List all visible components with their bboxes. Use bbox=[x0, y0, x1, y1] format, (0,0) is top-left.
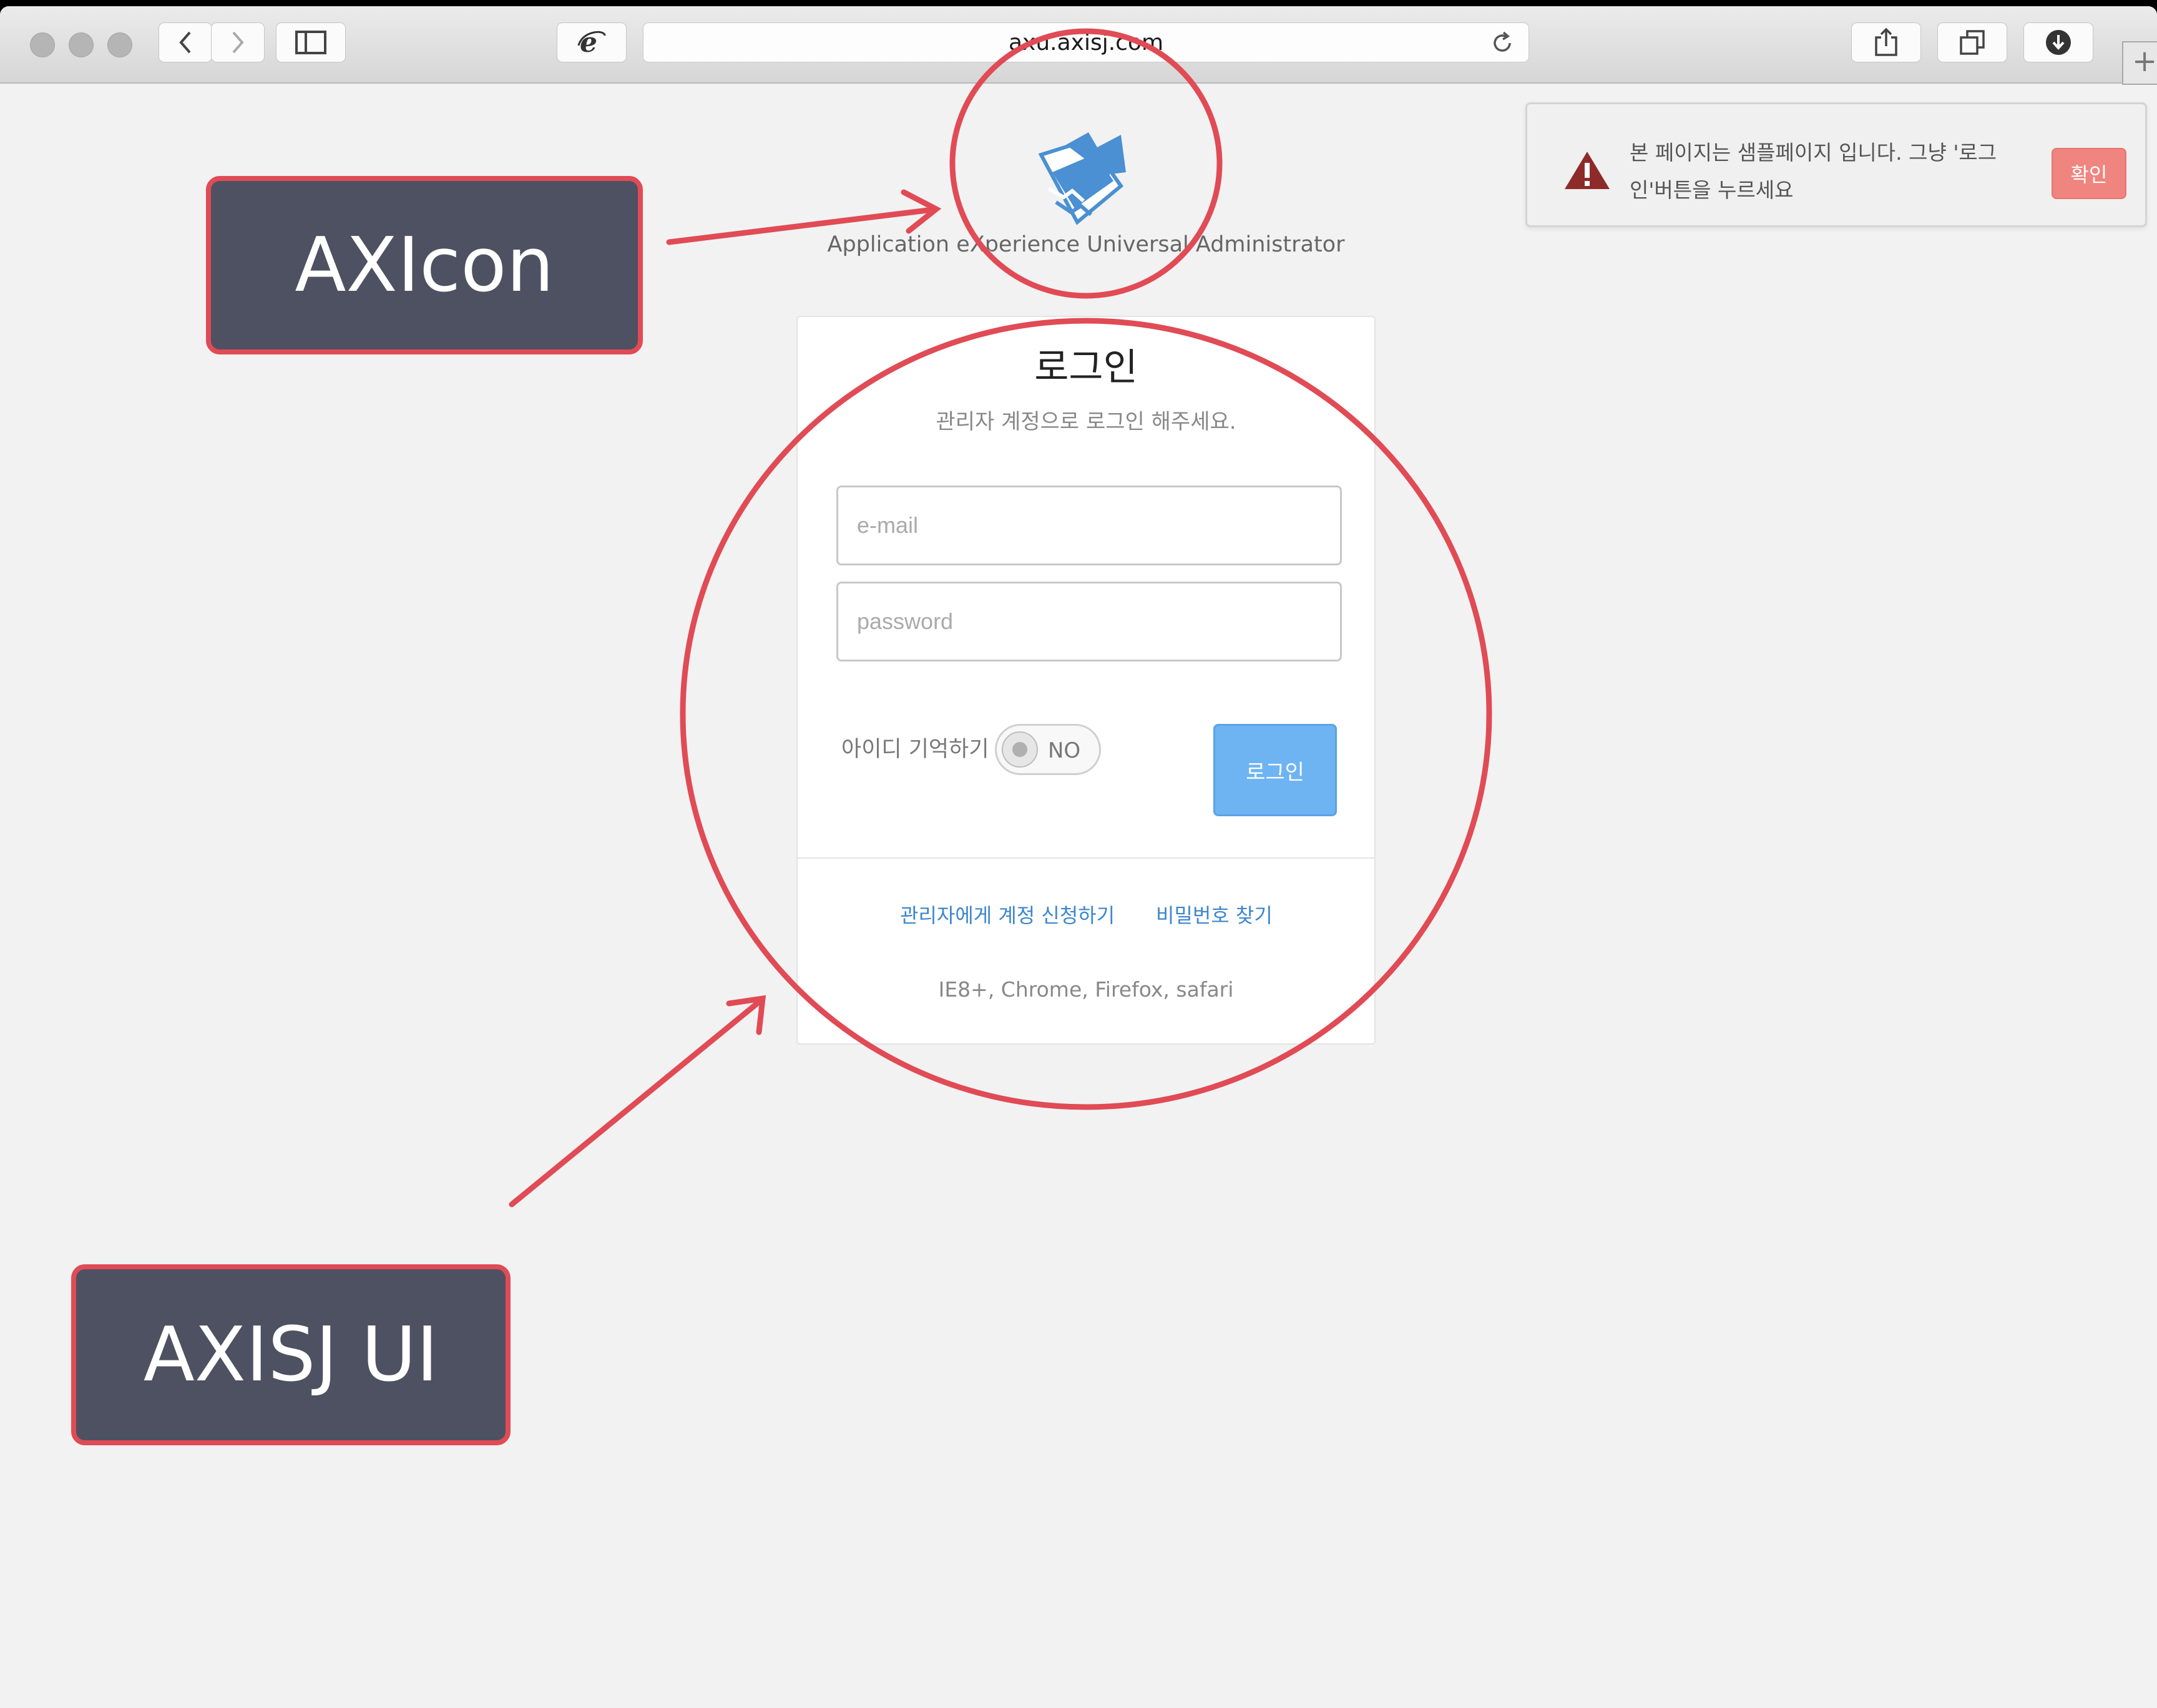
login-button[interactable]: 로그인 bbox=[1213, 724, 1337, 816]
zoom-window-button[interactable] bbox=[107, 32, 132, 57]
axicon-annotation-label: AXIcon bbox=[206, 176, 643, 354]
axisj-ui-annotation-label: AXISJ UI bbox=[71, 1264, 511, 1445]
login-subtitle: 관리자 계정으로 로그인 해주세요. bbox=[936, 409, 1236, 434]
toggle-value: NO bbox=[1048, 738, 1081, 763]
warning-icon bbox=[1565, 152, 1610, 189]
address-bar[interactable]: axu.axisj.com bbox=[643, 22, 1529, 62]
close-window-button[interactable] bbox=[30, 32, 55, 57]
back-icon bbox=[179, 31, 191, 54]
share-button[interactable] bbox=[1851, 22, 1921, 62]
back-button[interactable] bbox=[159, 22, 212, 62]
tabs-icon bbox=[1960, 30, 1985, 55]
password-input[interactable] bbox=[836, 582, 1342, 661]
site-icon-button[interactable]: e bbox=[557, 22, 627, 62]
forward-icon bbox=[232, 31, 244, 54]
sidebar-icon bbox=[295, 31, 326, 54]
request-account-link[interactable]: 관리자에게 계정 신청하기 bbox=[900, 900, 1115, 929]
forward-button[interactable] bbox=[211, 22, 265, 62]
downloads-button[interactable] bbox=[2023, 22, 2093, 62]
axu-logo-icon bbox=[1038, 132, 1126, 225]
ie-icon: e bbox=[577, 27, 606, 58]
card-divider bbox=[798, 857, 1374, 859]
share-icon bbox=[1875, 27, 1897, 56]
download-icon bbox=[2046, 30, 2071, 55]
tabs-button[interactable] bbox=[1937, 22, 2007, 62]
browser-toolbar: e axu.axisj.com bbox=[0, 6, 2157, 84]
reload-icon[interactable] bbox=[1490, 31, 1515, 56]
find-password-link[interactable]: 비밀번호 찾기 bbox=[1156, 900, 1273, 929]
login-title: 로그인 bbox=[1034, 346, 1138, 389]
minimize-window-button[interactable] bbox=[69, 32, 94, 57]
sidebar-button[interactable] bbox=[276, 22, 346, 62]
email-input[interactable] bbox=[836, 486, 1342, 565]
browser-window: e axu.axisj.com + Application eXperience… bbox=[0, 6, 2157, 1708]
axisj-arrow bbox=[509, 995, 766, 1208]
toast-confirm-button[interactable]: 확인 bbox=[2052, 148, 2126, 199]
brand-title: Application eXperience Universal Adminis… bbox=[827, 232, 1345, 257]
remember-id-toggle[interactable]: NO bbox=[995, 724, 1101, 775]
new-tab-button[interactable]: + bbox=[2122, 41, 2157, 85]
login-card: 로그인 관리자 계정으로 로그인 해주세요. 아이디 기억하기 NO 로그인 관… bbox=[796, 316, 1376, 1045]
supported-browsers-text: IE8+, Chrome, Firefox, safari bbox=[938, 977, 1234, 1002]
toggle-knob bbox=[1002, 731, 1038, 768]
notice-toast: 본 페이지는 샘플페이지 입니다. 그냥 '로그인'버튼을 누르세요 확인 bbox=[1525, 102, 2147, 227]
toast-message: 본 페이지는 샘플페이지 입니다. 그냥 '로그인'버튼을 누르세요 bbox=[1630, 140, 1997, 202]
url-text: axu.axisj.com bbox=[1008, 30, 1164, 56]
remember-id-label: 아이디 기억하기 bbox=[841, 737, 989, 762]
